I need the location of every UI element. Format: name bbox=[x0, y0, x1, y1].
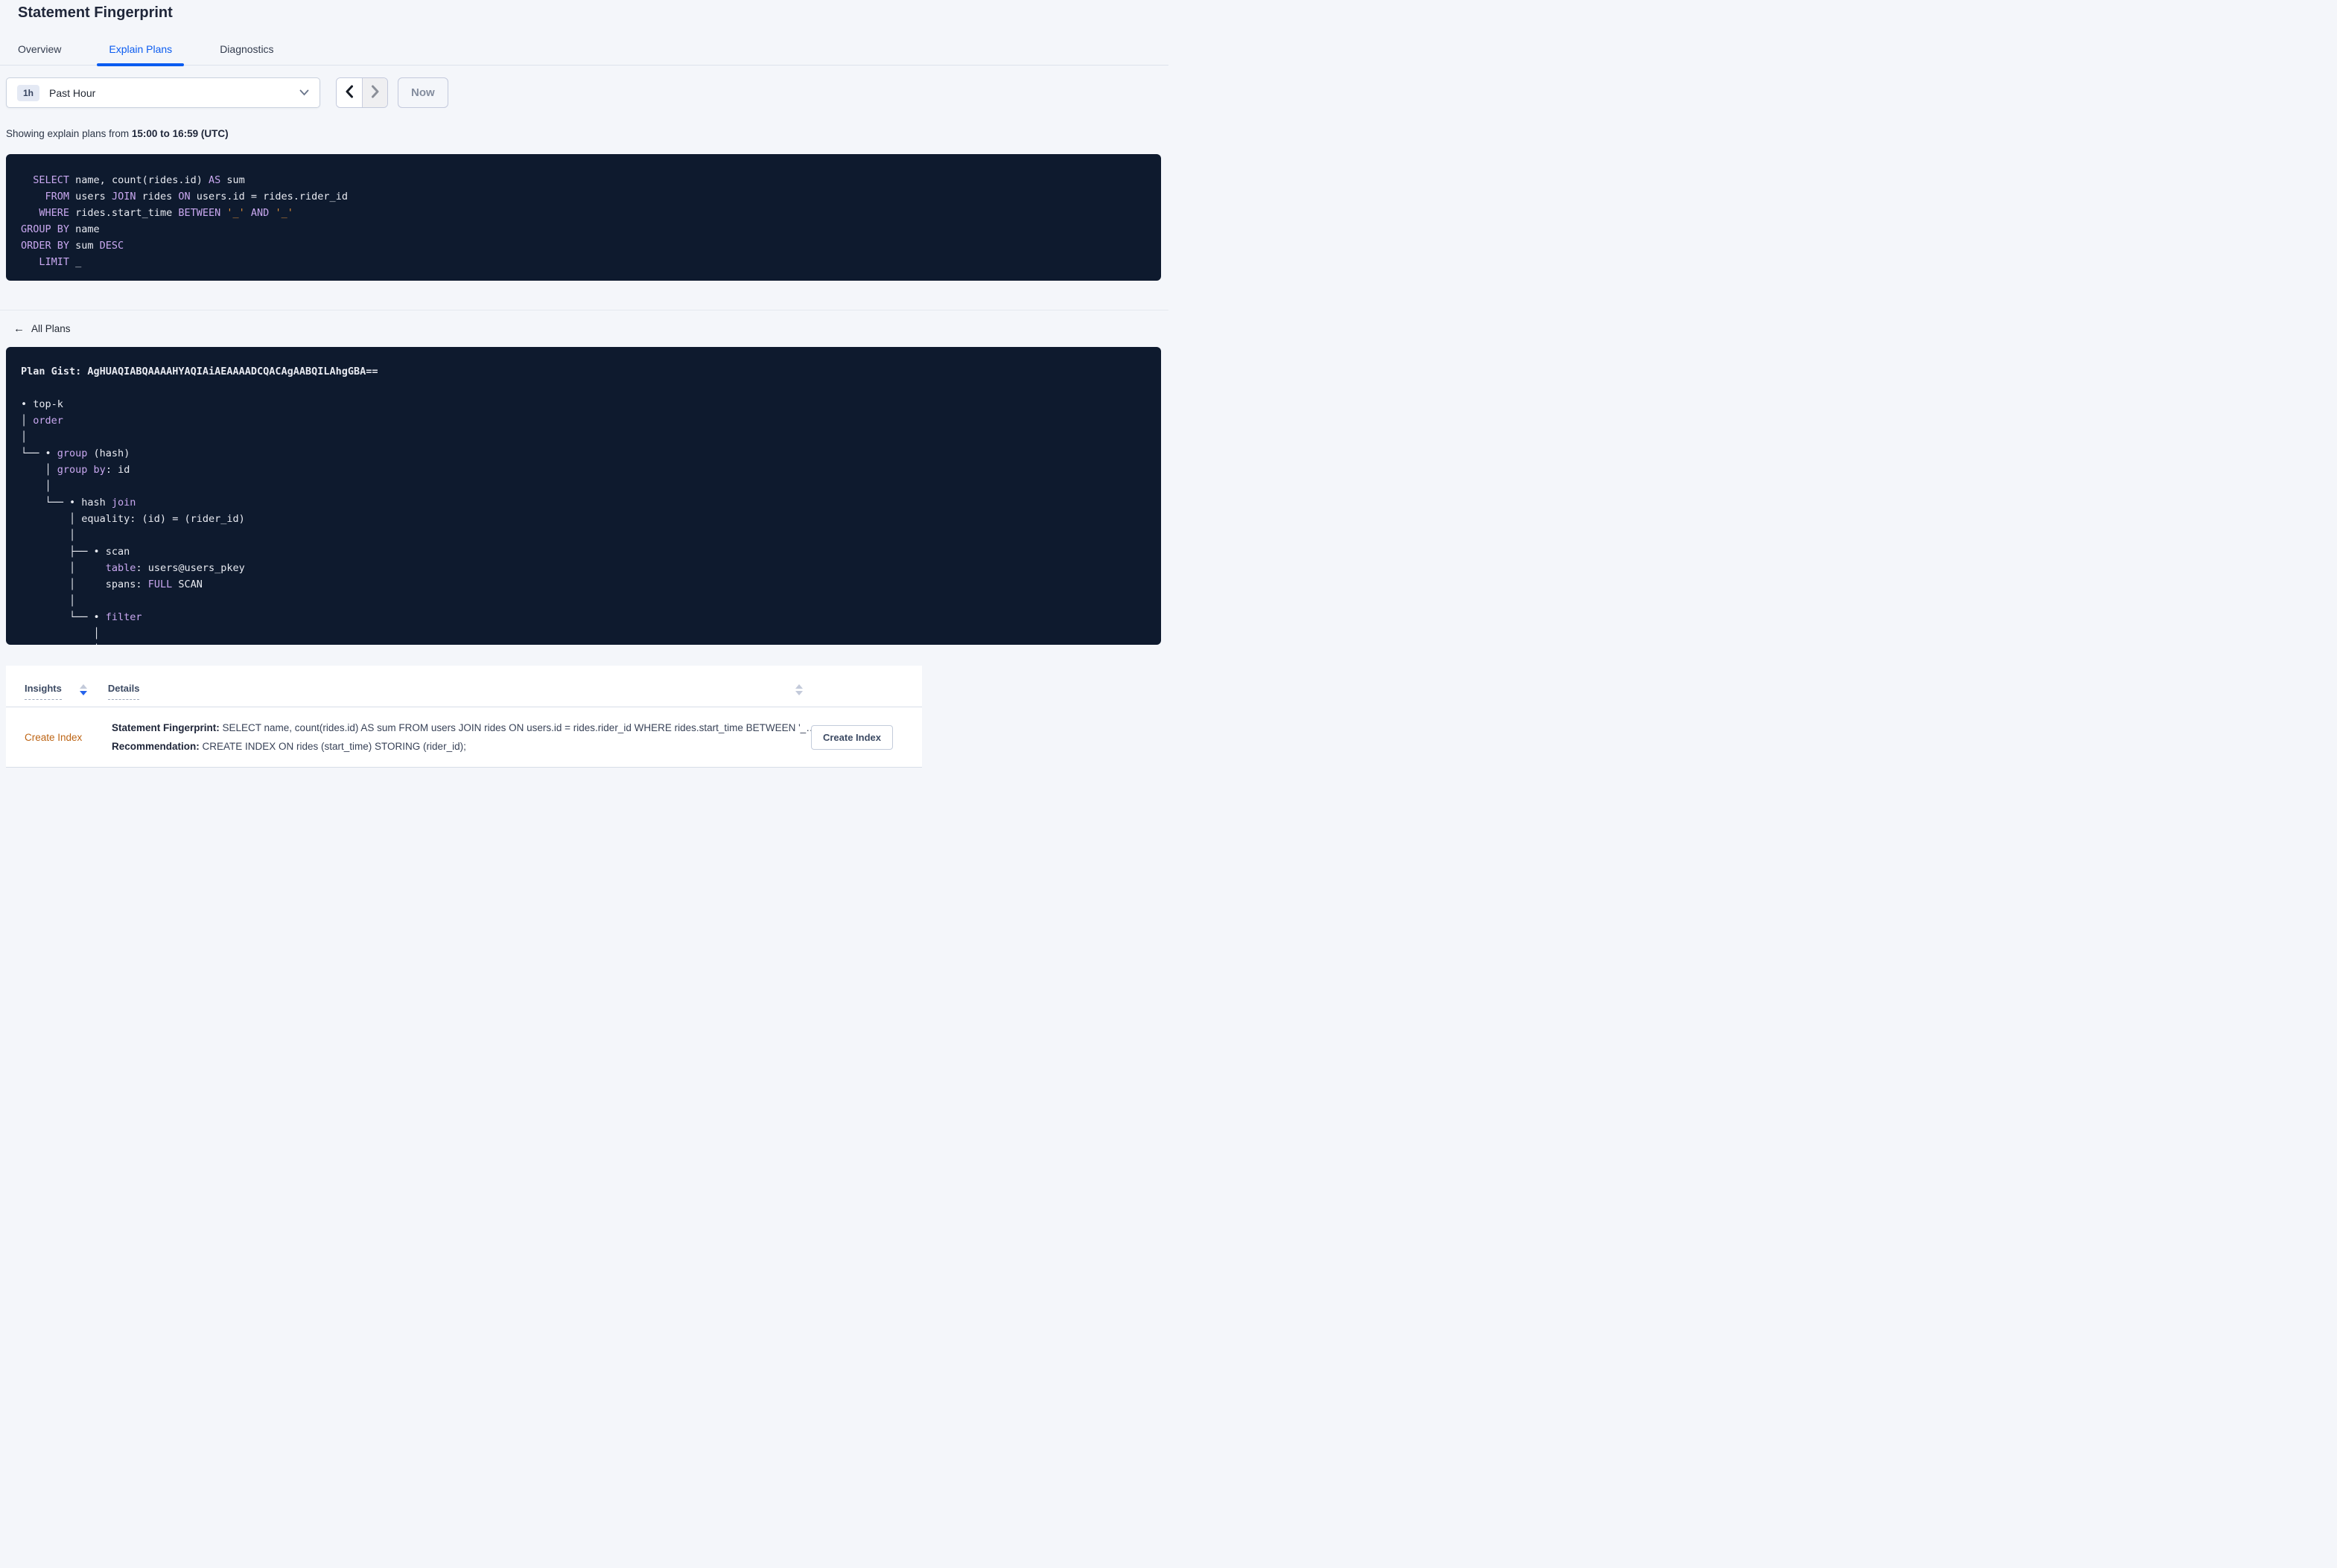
time-picker-row: 1h Past Hour Now bbox=[6, 77, 1168, 108]
create-index-button[interactable]: Create Index bbox=[810, 724, 893, 750]
back-link-label: All Plans bbox=[31, 323, 71, 334]
previous-interval-button[interactable] bbox=[337, 78, 362, 107]
sql-statement-box: SELECT name, count(rides.id) AS sum FROM… bbox=[6, 154, 1161, 281]
plan-gist-box: Plan Gist: AgHUAQIABQAAAAHYAQIAiAEAAAADC… bbox=[6, 347, 1161, 645]
sort-icon-insights[interactable] bbox=[79, 684, 87, 695]
time-range-select[interactable]: 1h Past Hour bbox=[6, 77, 320, 108]
plan-gist-line: Plan Gist: AgHUAQIABQAAAAHYAQIAiAEAAAADC… bbox=[21, 366, 378, 377]
fingerprint-detail: Statement Fingerprint: SELECT name, coun… bbox=[112, 722, 811, 733]
time-range-value: 15:00 to 16:59 (UTC) bbox=[131, 128, 229, 139]
sort-desc-icon bbox=[79, 691, 87, 695]
insights-table-header: Insights Details bbox=[6, 683, 922, 707]
all-plans-back-link[interactable]: ← All Plans bbox=[13, 323, 71, 334]
chevron-left-icon bbox=[345, 85, 354, 101]
showing-range-text: Showing explain plans from 15:00 to 16:5… bbox=[6, 128, 229, 139]
tab-bar: Overview Explain Plans Diagnostics bbox=[0, 37, 1168, 66]
sort-desc-icon bbox=[795, 691, 803, 695]
back-arrow-icon: ← bbox=[13, 322, 25, 335]
time-range-label: Past Hour bbox=[49, 86, 96, 99]
plan-tree: • top-k │ order │ └── • group (hash) │ grou… bbox=[21, 398, 245, 645]
sort-asc-icon bbox=[795, 684, 803, 689]
sort-asc-icon bbox=[79, 684, 87, 689]
table-row: Create Index Statement Fingerprint: SELE… bbox=[6, 707, 922, 768]
tab-overview[interactable]: Overview bbox=[6, 37, 73, 65]
column-header-insights[interactable]: Insights bbox=[25, 683, 62, 700]
tab-diagnostics[interactable]: Diagnostics bbox=[208, 37, 285, 65]
chevron-down-icon bbox=[299, 89, 309, 96]
plan-gist-value: AgHUAQIABQAAAAHYAQIAiAEAAAADCQACAgAABQIL… bbox=[87, 366, 378, 377]
insights-table-card: Insights Details Create Index Statement … bbox=[6, 666, 922, 768]
column-header-details[interactable]: Details bbox=[107, 683, 140, 700]
recommendation-detail: Recommendation: CREATE INDEX ON rides (s… bbox=[112, 741, 466, 752]
sort-icon-details[interactable] bbox=[795, 684, 803, 695]
chevron-right-icon bbox=[371, 85, 380, 101]
insight-details: Statement Fingerprint: SELECT name, coun… bbox=[112, 718, 811, 756]
page-title: Statement Fingerprint bbox=[18, 4, 173, 21]
time-nav-group bbox=[336, 77, 388, 108]
insight-type-link[interactable]: Create Index bbox=[25, 732, 112, 743]
next-interval-button[interactable] bbox=[362, 78, 387, 107]
tab-explain-plans[interactable]: Explain Plans bbox=[97, 37, 185, 66]
duration-badge: 1h bbox=[17, 84, 40, 101]
now-button[interactable]: Now bbox=[398, 77, 448, 108]
